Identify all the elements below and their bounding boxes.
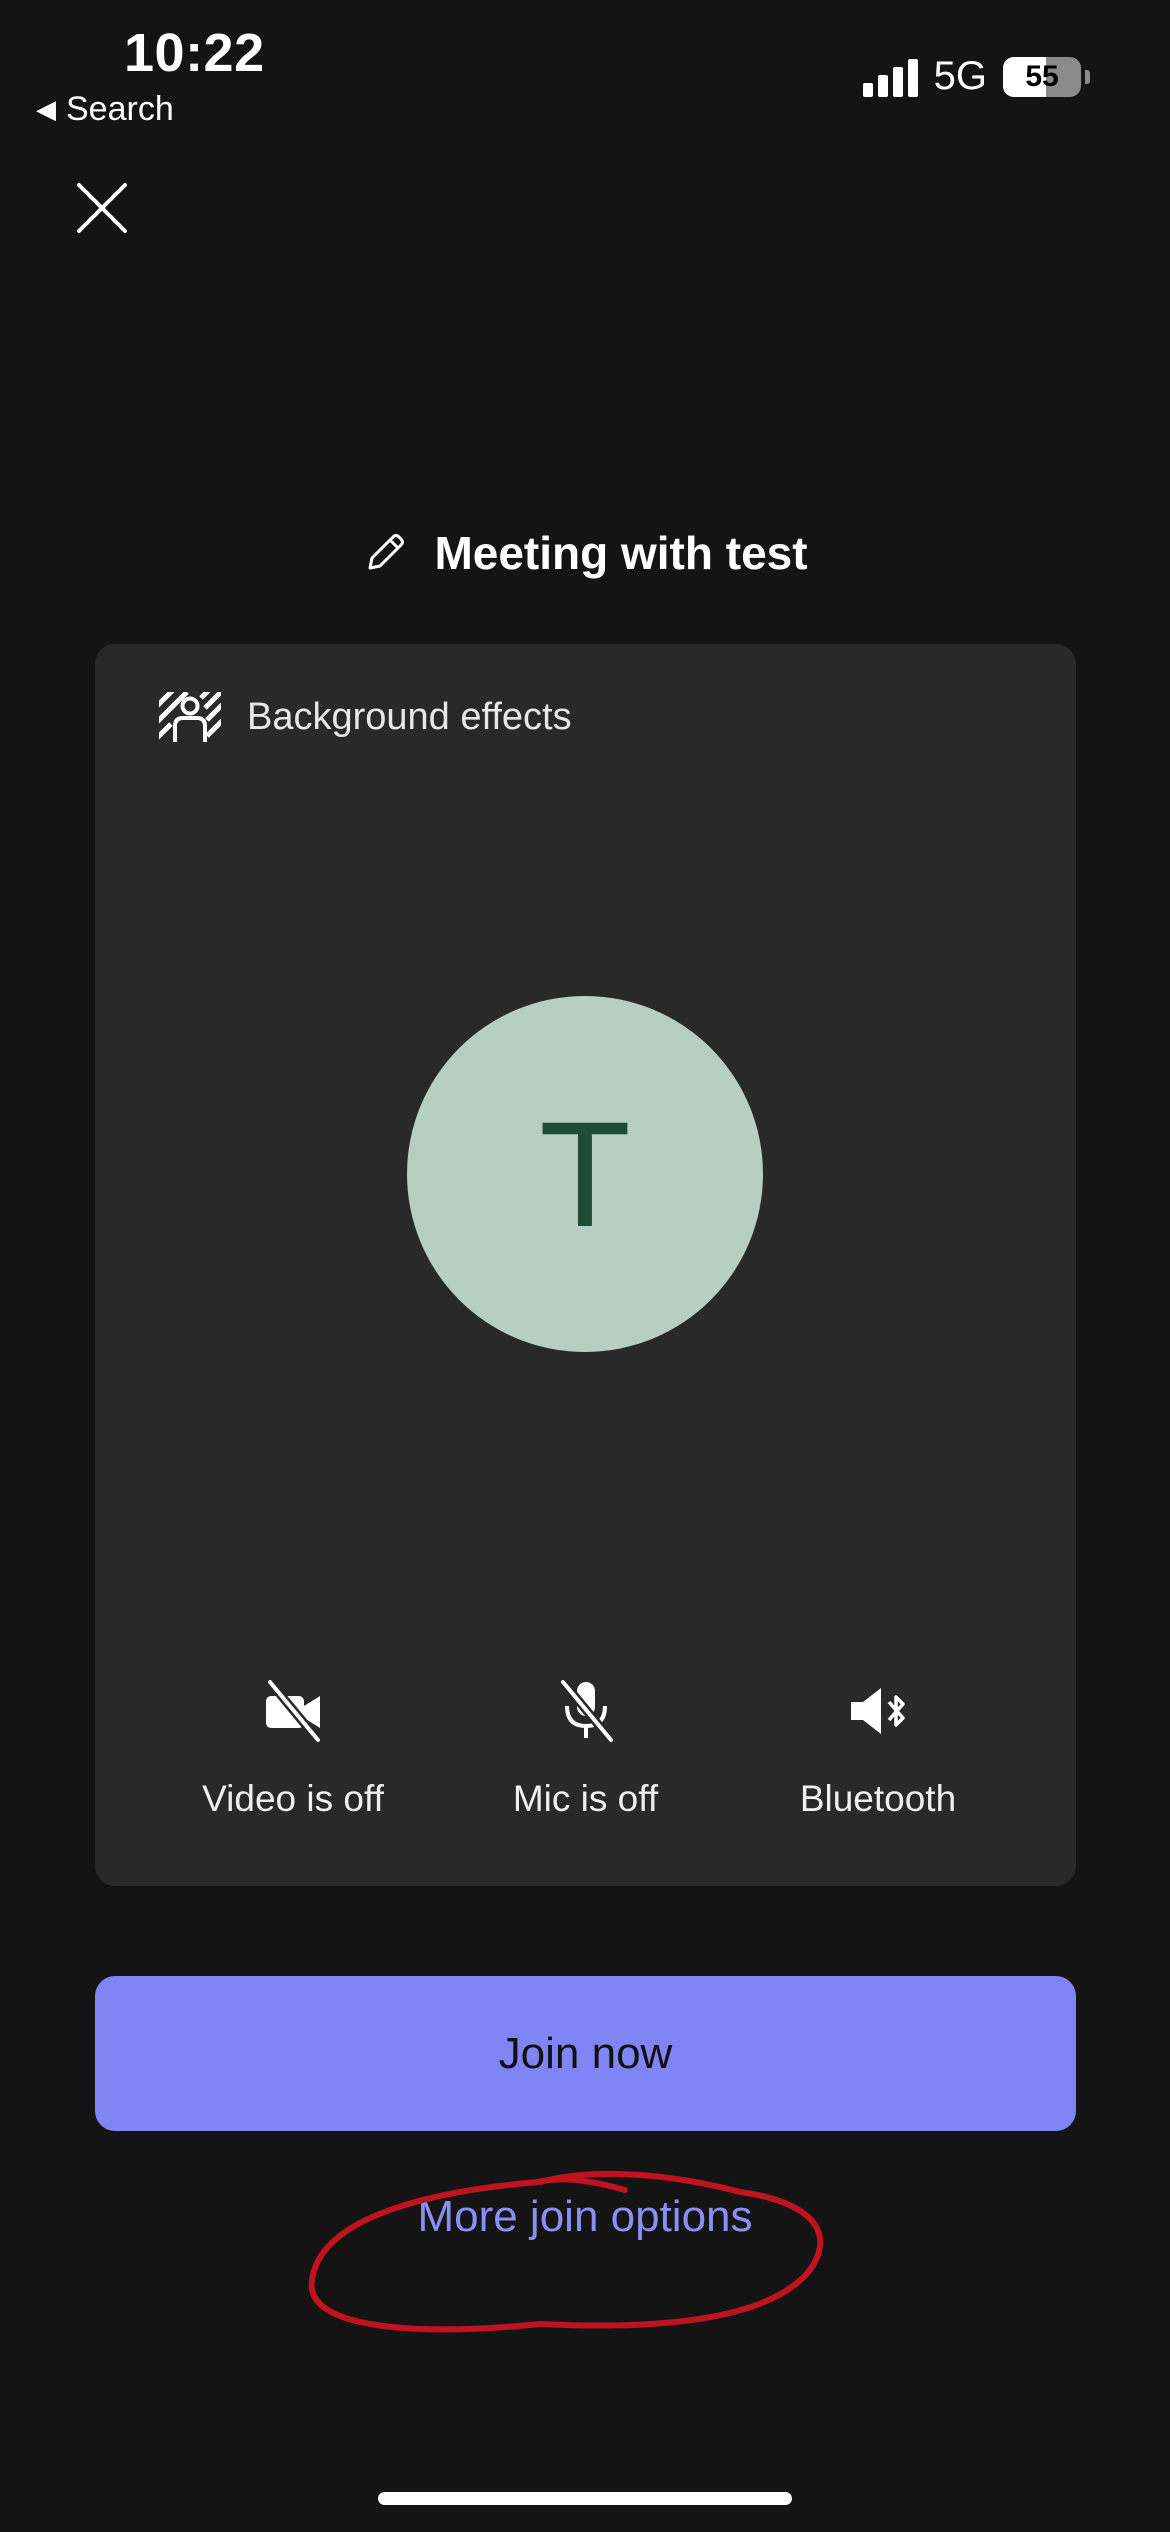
avatar-initial: T: [539, 1090, 631, 1258]
close-icon: [77, 183, 127, 233]
background-effects-button[interactable]: Background effects: [159, 692, 572, 742]
mic-status-label: Mic is off: [512, 1778, 659, 1819]
home-indicator[interactable]: [378, 2492, 792, 2505]
device-controls: Video is off Mic is off Bluetooth: [95, 1678, 1076, 1820]
back-label: Search: [66, 90, 174, 128]
background-effects-icon: [159, 692, 221, 742]
close-button[interactable]: [72, 178, 132, 238]
battery-percent: 55: [1025, 59, 1059, 93]
audio-output-label: Bluetooth: [799, 1778, 957, 1819]
join-meeting-screen: 10:22 ◀ Search 5G 55 Meeting with test B…: [0, 0, 1170, 2532]
camera-preview-card: Background effects T Video is off Mic is…: [95, 644, 1076, 1886]
avatar: T: [407, 996, 763, 1352]
join-now-label: Join now: [498, 2028, 673, 2078]
mic-toggle[interactable]: Mic is off: [486, 1678, 686, 1820]
edit-pencil-icon: [368, 534, 405, 570]
status-time: 10:22: [124, 23, 265, 83]
video-off-icon: [266, 1679, 322, 1743]
video-status-label: Video is off: [202, 1778, 384, 1819]
join-now-button[interactable]: Join now: [95, 1976, 1076, 2131]
background-effects-label: Background effects: [247, 695, 572, 738]
status-indicators: 5G 55: [862, 54, 1090, 99]
network-type: 5G: [933, 54, 987, 98]
meeting-title-row[interactable]: Meeting with test: [0, 526, 1170, 580]
battery-cap: [1085, 69, 1090, 84]
back-to-search[interactable]: ◀ Search: [36, 90, 174, 129]
back-triangle-icon: ◀: [36, 94, 56, 124]
speaker-bluetooth-icon: [851, 1688, 905, 1734]
video-toggle[interactable]: Video is off: [193, 1678, 393, 1820]
battery-icon: 55: [1003, 56, 1081, 97]
more-join-options-link[interactable]: More join options: [0, 2192, 1170, 2242]
meeting-title: Meeting with test: [434, 527, 808, 579]
mic-off-icon: [559, 1679, 614, 1743]
audio-output-toggle[interactable]: Bluetooth: [778, 1678, 978, 1820]
cellular-signal-icon: [862, 57, 918, 97]
